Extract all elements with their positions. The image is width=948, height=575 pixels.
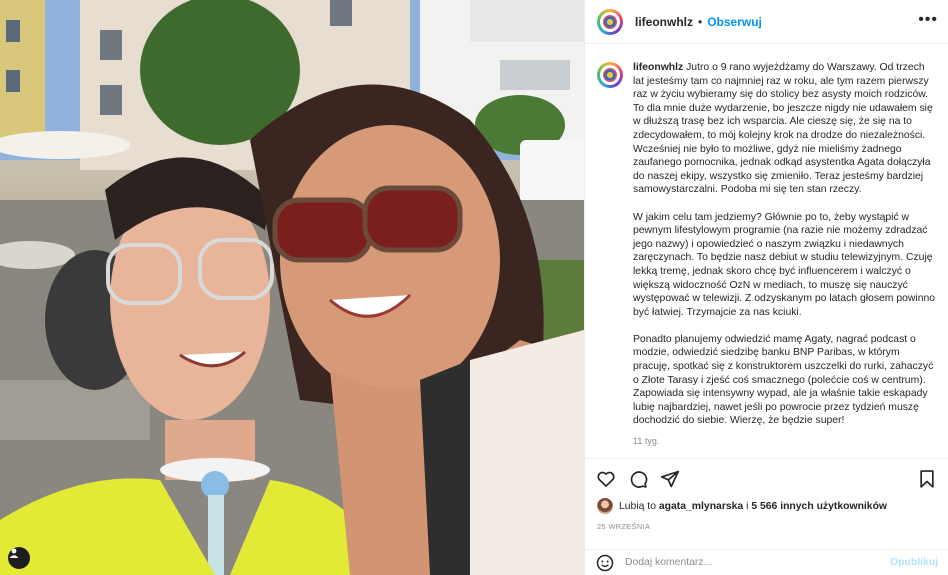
more-options-button[interactable]: •••: [918, 12, 938, 28]
comment-icon: [630, 470, 648, 488]
caption-paragraph-3: Ponadto planujemy odwiedzić mamę Agaty, …: [633, 333, 934, 427]
likes-summary: Lubią to agata_mlynarska i 5 566 innych …: [597, 498, 938, 514]
header-separator: •: [698, 14, 703, 29]
caption-row: lifeonwhlz Jutro o 9 rano wyjeżdżamy do …: [597, 61, 938, 442]
like-button[interactable]: [595, 468, 617, 490]
follow-button[interactable]: Obserwuj: [707, 15, 762, 29]
comment-input[interactable]: [625, 557, 891, 568]
caption-paragraph-2: W jakim celu tam jedziemy? Głównie po to…: [633, 211, 936, 318]
post-header: lifeonwhlz • Obserwuj •••: [585, 0, 948, 44]
bookmark-icon: [920, 469, 934, 488]
user-tag-icon: [9, 548, 19, 558]
caption-paragraph: lifeonwhlz Jutro o 9 rano wyjeżdżamy do …: [633, 61, 938, 197]
post-side-panel: lifeonwhlz • Obserwuj ••• lifeonwhlz Jut…: [584, 0, 948, 575]
author-avatar[interactable]: [597, 8, 623, 35]
caption-author-avatar[interactable]: [597, 62, 623, 88]
user-tag-button[interactable]: [8, 547, 30, 569]
comments-area[interactable]: lifeonwhlz Jutro o 9 rano wyjeżdżamy do …: [585, 45, 948, 458]
likes-prefix: Lubią to: [619, 500, 656, 512]
post-photo[interactable]: [0, 0, 584, 575]
publish-button[interactable]: Opublikuj: [890, 557, 938, 568]
likes-others-link[interactable]: 5 566 innych użytkowników: [751, 501, 887, 512]
save-button[interactable]: [916, 468, 938, 490]
share-button[interactable]: [659, 468, 681, 490]
liker-username[interactable]: agata_mlynarska: [659, 501, 743, 512]
send-icon: [660, 470, 680, 487]
caption-username[interactable]: lifeonwhlz: [633, 62, 683, 73]
caption-paragraph-1-text: Jutro o 9 rano wyjeżdżamy do Warszawy. O…: [633, 62, 933, 196]
emoji-button[interactable]: [595, 553, 615, 573]
action-bar: [585, 458, 948, 498]
photo-illustration: [0, 0, 584, 575]
post-date[interactable]: 25 WRZEŚNIA: [597, 522, 650, 531]
emoji-icon: [596, 554, 614, 571]
comment-button[interactable]: [627, 468, 649, 490]
author-username[interactable]: lifeonwhlz: [635, 15, 693, 29]
heart-icon: [597, 471, 615, 487]
comment-form: Opublikuj: [585, 549, 948, 575]
liker-avatar[interactable]: [597, 498, 613, 514]
likes-connector: i: [746, 500, 749, 512]
caption-text: lifeonwhlz Jutro o 9 rano wyjeżdżamy do …: [633, 61, 938, 442]
